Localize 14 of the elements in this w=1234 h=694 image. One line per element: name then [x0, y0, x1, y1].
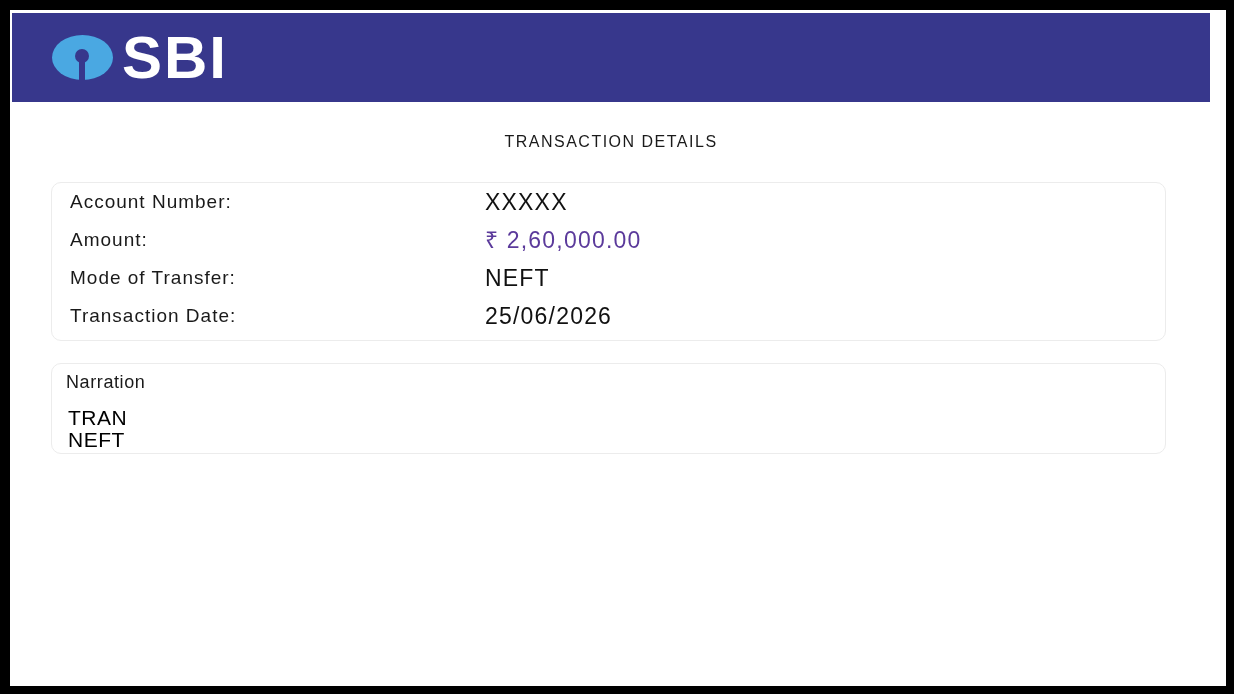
- logo-icon: [52, 35, 113, 80]
- narration-label: Narration: [66, 371, 146, 393]
- field-value: XXXXX: [485, 187, 568, 217]
- page-title: TRANSACTION DETAILS: [504, 132, 718, 152]
- field-label: Mode of Transfer:: [70, 266, 236, 288]
- logo-text: SBI: [122, 27, 229, 88]
- field-label: Account Number:: [70, 190, 232, 212]
- field-value: ₹ 2,60,000.00: [485, 225, 642, 255]
- field-value: 25/06/2026: [485, 301, 613, 331]
- field-label: Transaction Date:: [70, 304, 237, 326]
- narration-text: NEFT: [68, 429, 125, 451]
- field-value: NEFT: [485, 263, 550, 293]
- narration-text: TRAN: [68, 407, 128, 429]
- field-label: Amount:: [70, 228, 148, 250]
